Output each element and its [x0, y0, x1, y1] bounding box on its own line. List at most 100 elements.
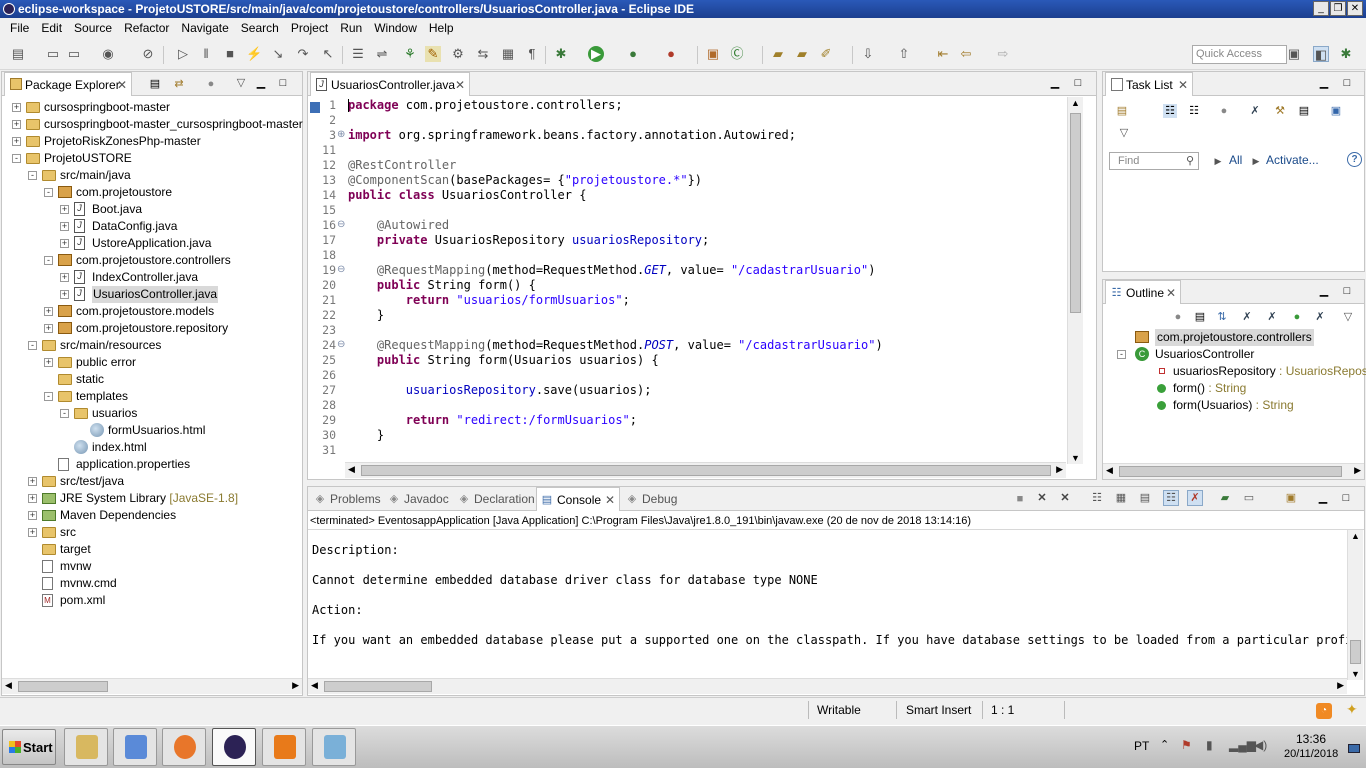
debug-icon[interactable]: ✱ [553, 46, 569, 62]
outline-item[interactable]: usuariosRepository : UsuariosRepositor [1103, 363, 1366, 380]
suspend-icon[interactable]: ‖ [198, 46, 214, 62]
show-on-stdout-icon[interactable]: ☷ [1163, 490, 1179, 506]
usb-icon[interactable]: ▮ [1206, 738, 1213, 752]
language-indicator[interactable]: PT [1134, 739, 1149, 753]
maximize-view-icon[interactable]: □ [1340, 284, 1354, 298]
view-menu-icon[interactable]: ▽ [1341, 310, 1355, 324]
dropdown-icon[interactable]: ▽ [1117, 126, 1131, 140]
scroll-right-icon[interactable]: ▶ [1056, 464, 1063, 475]
pin-console-icon[interactable]: ▰ [1218, 491, 1232, 505]
maximize-view-icon[interactable]: □ [1339, 491, 1353, 505]
tree-item[interactable]: - com.projetoustore [2, 184, 302, 201]
menu-navigate[interactable]: Navigate [175, 21, 234, 35]
clear-console-icon[interactable]: ☷ [1090, 491, 1104, 505]
expand-icon[interactable]: + [44, 324, 53, 333]
focus-task-icon[interactable]: ● [204, 77, 218, 91]
expand-icon[interactable]: + [12, 103, 21, 112]
package-explorer-hscroll[interactable]: ◀ ▶ [2, 678, 302, 694]
maximize-view-icon[interactable]: □ [1340, 76, 1354, 90]
hide-local-types-icon[interactable]: ✗ [1313, 310, 1327, 324]
save-all-icon[interactable]: ▭ [66, 46, 82, 62]
search-icon[interactable]: ✐ [818, 46, 834, 62]
disconnect-icon[interactable]: ⚡ [246, 46, 262, 62]
sublime-taskbar-button[interactable] [262, 728, 306, 766]
fold-collapse-icon[interactable]: ⊖ [337, 339, 345, 350]
tree-item[interactable]: + ProjetoRiskZonesPhp-master [2, 133, 302, 150]
maximize-view-icon[interactable]: □ [1071, 76, 1085, 90]
menu-file[interactable]: File [4, 21, 35, 35]
tab-usuarios-controller[interactable]: J UsuariosController.java ✕ [310, 72, 470, 96]
expand-icon[interactable]: + [60, 205, 69, 214]
expand-icon[interactable]: + [28, 528, 37, 537]
link-editor-icon[interactable]: ⇄ [172, 77, 186, 91]
show-hidden-icons-icon[interactable]: ⌃ [1160, 738, 1169, 751]
open-type-icon[interactable]: ☰ [350, 46, 366, 62]
external-tools-icon[interactable]: ● [663, 46, 679, 62]
tree-item[interactable]: target [2, 541, 302, 558]
show-on-stderr-icon[interactable]: ✗ [1187, 490, 1203, 506]
java-perspective-icon[interactable]: ◧ [1313, 46, 1329, 62]
expand-icon[interactable]: + [60, 222, 69, 231]
tree-item[interactable]: + com.projetoustore.repository [2, 320, 302, 337]
minimize-button[interactable]: _ [1313, 1, 1329, 16]
tree-item[interactable]: - src/main/java [2, 167, 302, 184]
fold-expand-icon[interactable]: ⊕ [337, 129, 345, 140]
network-icon[interactable]: ▂▄▆ [1229, 738, 1256, 752]
tree-item[interactable]: index.html [2, 439, 302, 456]
save-icon[interactable]: ▭ [45, 46, 61, 62]
tip-lightbulb-icon[interactable]: ✦ [1346, 701, 1358, 718]
forward-icon[interactable]: ⇨ [995, 46, 1011, 62]
outline-item[interactable]: form() : String [1103, 380, 1363, 397]
tree-item[interactable]: + JRE System Library [JavaSE-1.8] [2, 490, 302, 507]
expand-icon[interactable]: + [28, 511, 37, 520]
block-selection-icon[interactable]: ▦ [500, 46, 516, 62]
scheduled-icon[interactable]: ☷ [1187, 104, 1201, 118]
step-over-icon[interactable]: ↷ [295, 46, 311, 62]
clock-date[interactable]: 20/11/2018 [1284, 748, 1338, 760]
tree-item[interactable]: + J UstoreApplication.java [2, 235, 302, 252]
resume-icon[interactable]: ▷ [175, 46, 191, 62]
scroll-right-icon[interactable]: ▶ [1337, 680, 1344, 691]
new-task-icon[interactable]: ▤ [1115, 104, 1129, 118]
menu-run[interactable]: Run [334, 21, 368, 35]
scroll-down-icon[interactable]: ▼ [1351, 669, 1360, 679]
scroll-right-icon[interactable]: ▶ [1354, 465, 1361, 476]
scroll-down-icon[interactable]: ▼ [1071, 453, 1080, 463]
expand-icon[interactable]: + [60, 273, 69, 282]
step-return-icon[interactable]: ↖ [320, 46, 336, 62]
tree-item[interactable]: static [2, 371, 302, 388]
tree-item[interactable]: + src/test/java [2, 473, 302, 490]
tree-item[interactable]: application.properties [2, 456, 302, 473]
show-whitespace-icon[interactable]: ⚙ [450, 46, 466, 62]
show-desktop-icon[interactable] [1348, 744, 1360, 753]
tree-item[interactable]: - src/main/resources [2, 337, 302, 354]
tab-declaration[interactable]: ◈ Declaration [454, 487, 535, 511]
scroll-left-icon[interactable]: ◀ [1106, 465, 1113, 476]
last-edit-icon[interactable]: ⇤ [935, 46, 951, 62]
menu-window[interactable]: Window [368, 21, 423, 35]
terminate-icon[interactable]: ■ [222, 46, 238, 62]
tree-item[interactable]: + src [2, 524, 302, 541]
tree-item[interactable]: + cursospringboot-master_cursospringboot-… [2, 116, 303, 133]
open-task-icon[interactable]: ⚘ [402, 46, 418, 62]
open-folder-icon[interactable]: ▰ [770, 46, 786, 62]
rss-icon[interactable]: ◔ [1316, 703, 1332, 719]
outline-hscroll[interactable]: ◀ ▶ [1103, 463, 1364, 479]
tree-item[interactable]: + J UsuariosController.java [2, 286, 302, 303]
minimize-view-icon[interactable]: ▁ [1317, 284, 1331, 298]
focus-icon[interactable]: ● [1171, 310, 1185, 324]
scroll-lock-icon[interactable]: ▦ [1114, 491, 1128, 505]
menu-source[interactable]: Source [68, 21, 118, 35]
next-annotation-icon[interactable]: ⇩ [860, 46, 876, 62]
terminate-icon[interactable]: ■ [1013, 492, 1027, 506]
collapse-icon[interactable]: - [44, 392, 53, 401]
scroll-up-icon[interactable]: ▲ [1351, 531, 1360, 541]
tree-item[interactable]: + J IndexController.java [2, 269, 302, 286]
tab-problems[interactable]: ◈ Problems [310, 487, 382, 511]
editor-vscroll[interactable]: ▲ ▼ [1067, 97, 1083, 464]
activate-link[interactable]: Activate... [1266, 153, 1319, 167]
sort-icon[interactable]: ⇅ [1215, 310, 1229, 324]
tab-outline[interactable]: ☷ Outline ✕ [1105, 280, 1181, 304]
close-button[interactable]: ✕ [1347, 1, 1363, 16]
expand-icon[interactable]: + [12, 137, 21, 146]
